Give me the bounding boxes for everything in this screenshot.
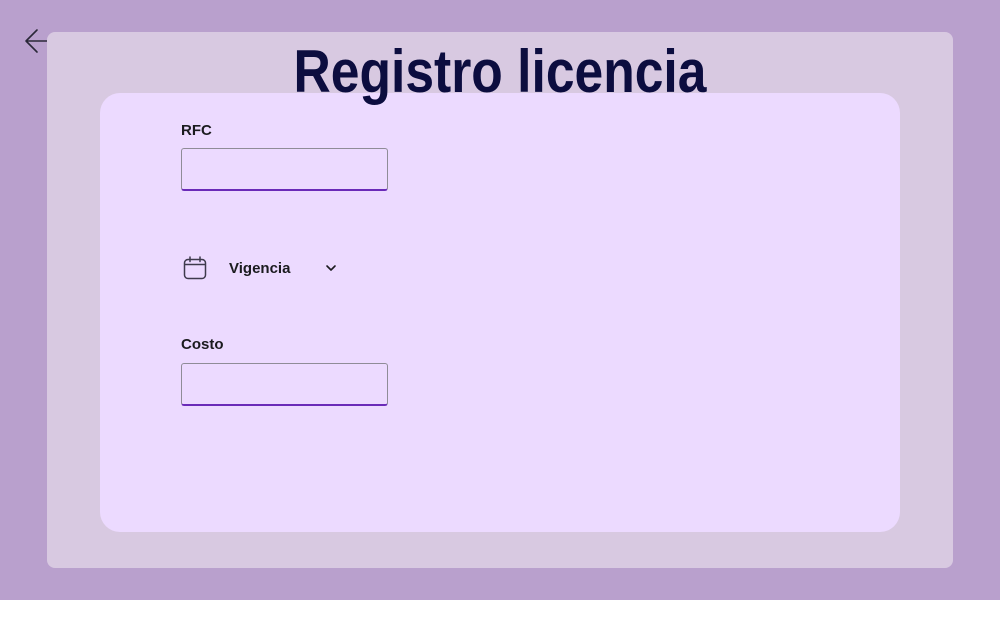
- chevron-down-icon: [326, 265, 337, 271]
- rfc-input[interactable]: [181, 148, 388, 191]
- vigencia-label: Vigencia: [229, 259, 291, 277]
- costo-label: Costo: [181, 336, 224, 353]
- rfc-label: RFC: [181, 122, 212, 139]
- vigencia-date-picker[interactable]: Vigencia: [181, 252, 338, 284]
- costo-input[interactable]: [181, 363, 388, 406]
- calendar-icon: [183, 256, 207, 280]
- page-title: Registro licencia: [293, 38, 707, 105]
